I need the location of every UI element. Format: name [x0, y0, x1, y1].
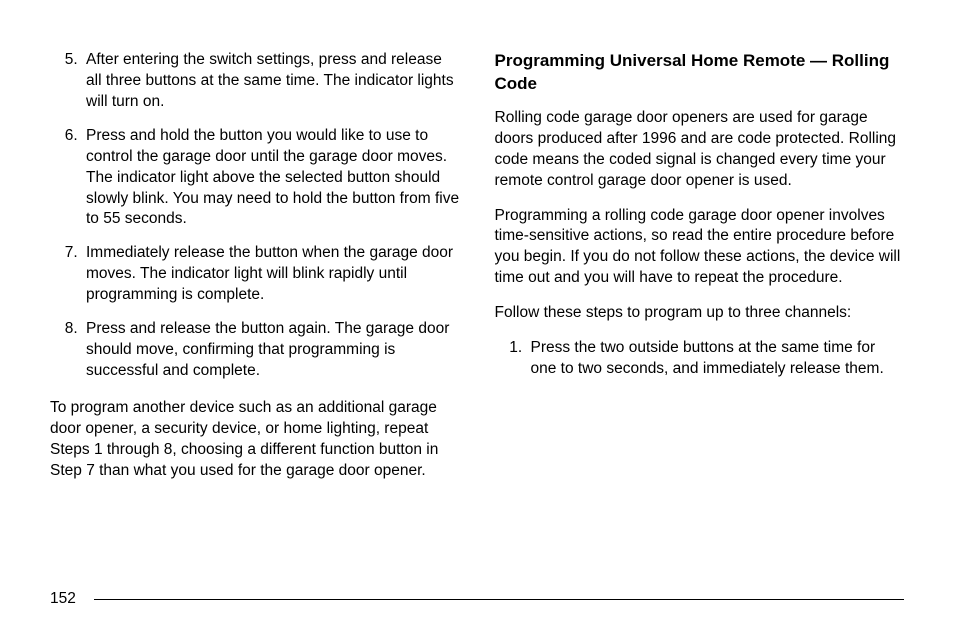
page-footer: 152: [50, 590, 904, 608]
left-column: After entering the switch settings, pres…: [50, 50, 460, 496]
footer-divider: [94, 599, 904, 600]
instructions-list-left: After entering the switch settings, pres…: [50, 50, 460, 382]
right-column: Programming Universal Home Remote — Roll…: [495, 50, 905, 496]
paragraph-additional-device: To program another device such as an add…: [50, 398, 460, 482]
page-number: 152: [50, 590, 76, 608]
paragraph-intro-2: Programming a rolling code garage door o…: [495, 206, 905, 290]
list-item: Press and release the button again. The …: [82, 319, 460, 382]
list-item: Press the two outside buttons at the sam…: [527, 338, 905, 380]
list-item: After entering the switch settings, pres…: [82, 50, 460, 113]
paragraph-intro-1: Rolling code garage door openers are use…: [495, 108, 905, 192]
list-item: Immediately release the button when the …: [82, 243, 460, 306]
section-heading: Programming Universal Home Remote — Roll…: [495, 50, 905, 96]
list-item: Press and hold the button you would like…: [82, 126, 460, 231]
paragraph-intro-3: Follow these steps to program up to thre…: [495, 303, 905, 324]
content-area: After entering the switch settings, pres…: [50, 50, 904, 496]
instructions-list-right: Press the two outside buttons at the sam…: [495, 338, 905, 380]
